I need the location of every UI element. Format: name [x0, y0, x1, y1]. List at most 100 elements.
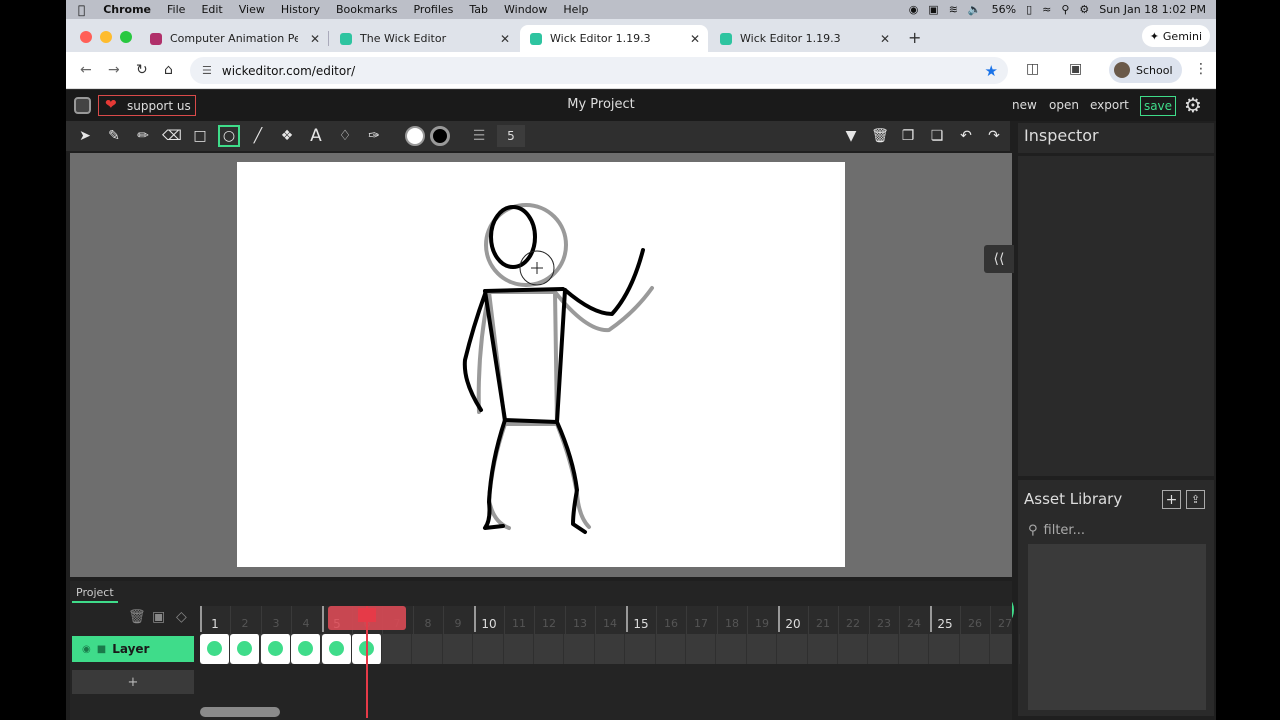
cursor-tool-icon[interactable]: ➤: [74, 125, 96, 147]
asset-filter-input[interactable]: ⚲ filter...: [1028, 519, 1204, 541]
menu-view[interactable]: View: [231, 3, 273, 16]
undo-icon[interactable]: ↶: [955, 125, 977, 147]
add-tween-icon[interactable]: ▣: [152, 609, 165, 625]
frame-number[interactable]: 20: [778, 617, 808, 631]
empty-frame-cell[interactable]: [747, 634, 777, 664]
empty-frame-cell[interactable]: [565, 634, 595, 664]
frame-number[interactable]: 25: [930, 617, 960, 631]
pencil-tool-icon[interactable]: ✏: [132, 125, 154, 147]
stroke-color-swatch[interactable]: [430, 126, 450, 146]
brush-tool-icon[interactable]: ✎: [103, 125, 125, 147]
timeline-scrollbar[interactable]: [200, 707, 280, 717]
empty-frame-cell[interactable]: [990, 634, 1020, 664]
frame-number[interactable]: 11: [504, 617, 534, 630]
empty-frame-cell[interactable]: [626, 634, 656, 664]
frame-number[interactable]: 3: [261, 617, 291, 630]
close-icon[interactable]: ✕: [690, 32, 700, 46]
export-button[interactable]: export: [1090, 98, 1129, 112]
fill-color-swatch[interactable]: [405, 126, 425, 146]
frame-number[interactable]: 13: [565, 617, 595, 630]
rectangle-tool-icon[interactable]: □: [189, 125, 211, 147]
path-cursor-icon[interactable]: ❖: [276, 125, 298, 147]
upload-asset-icon[interactable]: ⇪: [1186, 490, 1205, 509]
empty-frame-cell[interactable]: [534, 634, 564, 664]
frame-number[interactable]: 4: [291, 617, 321, 630]
layer-frames[interactable]: [200, 634, 1020, 664]
wave-icon[interactable]: ≋: [949, 3, 958, 16]
frame-number[interactable]: 10: [474, 617, 504, 631]
add-asset-icon[interactable]: +: [1162, 490, 1181, 509]
line-tool-icon[interactable]: ╱: [247, 125, 269, 147]
ellipse-tool-icon[interactable]: ○: [218, 125, 240, 147]
wick-logo-icon[interactable]: [74, 97, 91, 114]
new-button[interactable]: new: [1012, 98, 1037, 112]
frame-number[interactable]: 1: [200, 617, 230, 631]
empty-frame-cell[interactable]: [808, 634, 838, 664]
text-tool-icon[interactable]: A: [305, 125, 327, 147]
project-title[interactable]: My Project: [556, 97, 646, 112]
eyedropper-icon[interactable]: ✑: [363, 125, 385, 147]
close-icon[interactable]: ✕: [310, 32, 320, 46]
tab-project[interactable]: Project: [72, 583, 118, 603]
layer-name[interactable]: Layer: [112, 642, 149, 656]
open-button[interactable]: open: [1049, 98, 1079, 112]
add-layer-button[interactable]: +: [72, 670, 194, 694]
empty-frame-cell[interactable]: [474, 634, 504, 664]
empty-frame-cell[interactable]: [838, 634, 868, 664]
forward-icon[interactable]: →: [108, 62, 120, 78]
stage-canvas[interactable]: [237, 162, 845, 567]
menu-edit[interactable]: Edit: [193, 3, 230, 16]
menu-file[interactable]: File: [159, 3, 193, 16]
collapse-panel-icon[interactable]: ⟨⟨: [984, 245, 1014, 273]
empty-frame-cell[interactable]: [686, 634, 716, 664]
menu-profiles[interactable]: Profiles: [405, 3, 461, 16]
delete-layer-icon[interactable]: 🗑: [128, 609, 146, 625]
url-bar[interactable]: ☰ wickeditor.com/editor/ ★: [190, 57, 1008, 84]
menu-help[interactable]: Help: [555, 3, 596, 16]
keyframe-cell[interactable]: [322, 634, 352, 664]
battery-label[interactable]: 56%: [992, 3, 1016, 16]
support-us-button[interactable]: ❤ support us: [98, 95, 196, 116]
layer-row[interactable]: ◉ ■ Layer: [72, 636, 194, 662]
frame-number[interactable]: 27: [990, 617, 1020, 630]
menu-history[interactable]: History: [273, 3, 328, 16]
tab-wick-editor-2[interactable]: Wick Editor 1.19.3 ✕: [710, 25, 898, 52]
volume-icon[interactable]: 🔈: [968, 3, 982, 16]
brush-size-input[interactable]: 5: [497, 125, 525, 147]
frame-number[interactable]: 2: [230, 617, 260, 630]
frame-number[interactable]: 15: [626, 617, 656, 631]
empty-frame-cell[interactable]: [504, 634, 534, 664]
battery-icon[interactable]: ▯: [1026, 3, 1032, 16]
tab-the-wick-editor[interactable]: The Wick Editor ✕: [330, 25, 518, 52]
frame-ruler[interactable]: 1234567891011121314151617181920212223242…: [200, 606, 1012, 634]
delete-icon[interactable]: 🗑: [869, 125, 891, 147]
frame-number[interactable]: 22: [838, 617, 868, 630]
frame-number[interactable]: 23: [869, 617, 899, 630]
empty-frame-cell[interactable]: [960, 634, 990, 664]
fill-bucket-icon[interactable]: ♢: [334, 125, 356, 147]
profile-button[interactable]: School: [1109, 57, 1182, 83]
back-icon[interactable]: ←: [80, 62, 92, 78]
site-info-icon[interactable]: ☰: [202, 64, 212, 77]
frame-number[interactable]: 21: [808, 617, 838, 630]
frame-number[interactable]: 8: [413, 617, 443, 630]
empty-frame-cell[interactable]: [899, 634, 929, 664]
control-center-icon[interactable]: ⚙: [1079, 3, 1089, 16]
canvas-area[interactable]: ⟨⟨ ● ✥ ⊕ ⚲ ⊖ ⛶: [70, 153, 1014, 628]
copy-icon[interactable]: ❐: [897, 125, 919, 147]
frame-number[interactable]: 17: [686, 617, 716, 630]
empty-frame-cell[interactable]: [717, 634, 747, 664]
keyframe-cell[interactable]: [200, 634, 230, 664]
menu-bookmarks[interactable]: Bookmarks: [328, 3, 405, 16]
empty-frame-cell[interactable]: [869, 634, 899, 664]
chevron-down-icon[interactable]: ▼: [840, 125, 862, 147]
close-icon[interactable]: ✕: [500, 32, 510, 46]
keyframe-diamond-icon[interactable]: ◇: [176, 609, 187, 625]
datetime[interactable]: Sun Jan 18 1:02 PM: [1099, 3, 1206, 16]
url-text[interactable]: wickeditor.com/editor/: [222, 64, 355, 78]
menu-window[interactable]: Window: [496, 3, 555, 16]
menu-app-name[interactable]: Chrome: [95, 3, 159, 16]
home-icon[interactable]: ⌂: [164, 62, 173, 78]
menu-tab[interactable]: Tab: [461, 3, 496, 16]
apple-icon[interactable]: : [66, 3, 95, 17]
